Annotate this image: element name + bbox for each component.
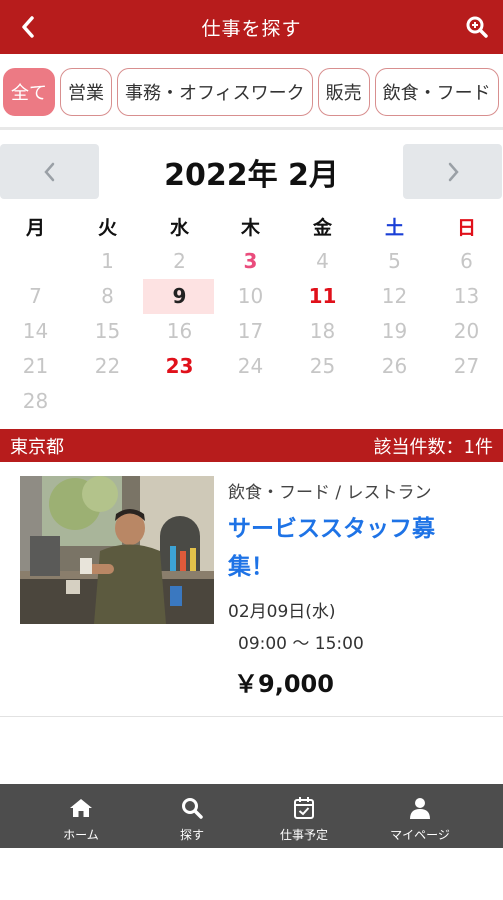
tab-search[interactable]: 探す: [137, 784, 247, 848]
next-month-button[interactable]: [403, 144, 502, 199]
job-category: 飲食・フード / レストラン: [228, 483, 432, 503]
calendar-day[interactable]: 10: [215, 279, 286, 314]
calendar-day[interactable]: 25: [287, 349, 358, 384]
calendar-day[interactable]: 1: [72, 244, 143, 279]
calendar-day[interactable]: 13: [431, 279, 502, 314]
weekday-label: 金: [312, 217, 332, 239]
bottom-tab-bar: ホーム 探す 仕事予定 マイページ: [0, 784, 503, 848]
person-icon: [408, 796, 432, 820]
page-title: 仕事を探す: [201, 17, 302, 40]
calendar-check-icon: [292, 796, 316, 820]
job-title-line: サービススタッフ募: [228, 516, 435, 542]
tab-label: 仕事予定: [279, 828, 328, 842]
category-chip[interactable]: 販売: [317, 68, 370, 116]
calendar-day[interactable]: 2: [144, 244, 215, 279]
calendar-header: 2022年 2月: [0, 144, 503, 199]
calendar-day[interactable]: 8: [72, 279, 143, 314]
tab-mypage[interactable]: マイページ: [365, 784, 475, 848]
weekday-label: 土: [384, 217, 404, 239]
calendar-day[interactable]: 14: [0, 314, 71, 349]
search-button[interactable]: [461, 11, 493, 43]
category-filter-bar: 全て 営業 事務・オフィスワーク 販売 飲食・フード: [0, 54, 503, 130]
search-icon: [180, 796, 204, 820]
chevron-left-icon: [22, 16, 34, 38]
calendar-day[interactable]: 5: [359, 244, 430, 279]
job-pay: ￥9,000: [234, 670, 334, 698]
calendar-day[interactable]: 6: [431, 244, 502, 279]
category-chip[interactable]: 全て: [3, 68, 55, 116]
calendar-day[interactable]: 27: [431, 349, 502, 384]
chevron-right-icon: [448, 162, 459, 181]
calendar-day[interactable]: 7: [0, 279, 71, 314]
calendar-day[interactable]: 24: [215, 349, 286, 384]
zoom-search-icon: [466, 16, 488, 38]
job-card[interactable]: 飲食・フード / レストラン サービススタッフ募 集！ 02月09日(水) 09…: [0, 462, 503, 717]
tab-home[interactable]: ホーム: [26, 784, 136, 848]
job-date: 02月09日(水): [228, 602, 336, 622]
calendar-grid: 1 2 3 4 5 6 7 8 9 10 11 12 13 14 15 16 17 18 19 20 21 22 23 24 2…: [0, 244, 503, 419]
calendar-day[interactable]: 16: [144, 314, 215, 349]
tab-schedule[interactable]: 仕事予定: [249, 784, 359, 848]
weekday-label: 日: [456, 217, 476, 239]
tab-label: ホーム: [63, 828, 99, 842]
job-title-line: 集！: [228, 554, 274, 580]
calendar-day[interactable]: 12: [359, 279, 430, 314]
job-title-link[interactable]: サービススタッフ募 集！: [228, 510, 468, 586]
calendar-day[interactable]: 9: [144, 279, 215, 314]
calendar-day[interactable]: 28: [0, 384, 71, 419]
home-icon: [69, 796, 93, 820]
calendar-day[interactable]: 3: [215, 244, 286, 279]
calendar-day[interactable]: 4: [287, 244, 358, 279]
calendar-day[interactable]: 23: [144, 349, 215, 384]
app-header: 仕事を探す: [0, 0, 503, 54]
calendar-day[interactable]: 20: [431, 314, 502, 349]
job-time: 09:00 ～ 15:00: [238, 634, 364, 654]
category-chip[interactable]: 飲食・フード: [374, 68, 499, 116]
weekday-label: 火: [97, 217, 117, 239]
area-bar: 東京都 該当件数：1件: [0, 429, 503, 462]
calendar-day[interactable]: 21: [0, 349, 71, 384]
result-count: 該当件数：1件: [373, 436, 493, 458]
calendar-day[interactable]: 11: [287, 279, 358, 314]
area-name: 東京都: [10, 436, 64, 458]
category-chip[interactable]: 営業: [60, 68, 112, 116]
weekday-label: 木: [240, 217, 260, 239]
weekday-label: 月: [25, 217, 45, 239]
tab-label: 探す: [179, 828, 204, 842]
weekday-label: 水: [169, 217, 189, 239]
calendar-day[interactable]: 18: [287, 314, 358, 349]
calendar-day[interactable]: 26: [359, 349, 430, 384]
job-photo: [20, 476, 214, 624]
tab-label: マイページ: [390, 828, 450, 842]
calendar-day[interactable]: 17: [215, 314, 286, 349]
calendar-day[interactable]: 22: [72, 349, 143, 384]
category-chip-row: 全て 営業 事務・オフィスワーク 販売 飲食・フード: [3, 68, 499, 116]
back-button[interactable]: [12, 11, 44, 43]
prev-month-button[interactable]: [0, 144, 99, 199]
weekday-header: 月火水木金土日: [0, 212, 503, 244]
category-chip[interactable]: 事務・オフィスワーク: [117, 68, 313, 116]
calendar-day[interactable]: 19: [359, 314, 430, 349]
chevron-left-icon: [43, 162, 54, 181]
calendar-day[interactable]: 15: [72, 314, 143, 349]
